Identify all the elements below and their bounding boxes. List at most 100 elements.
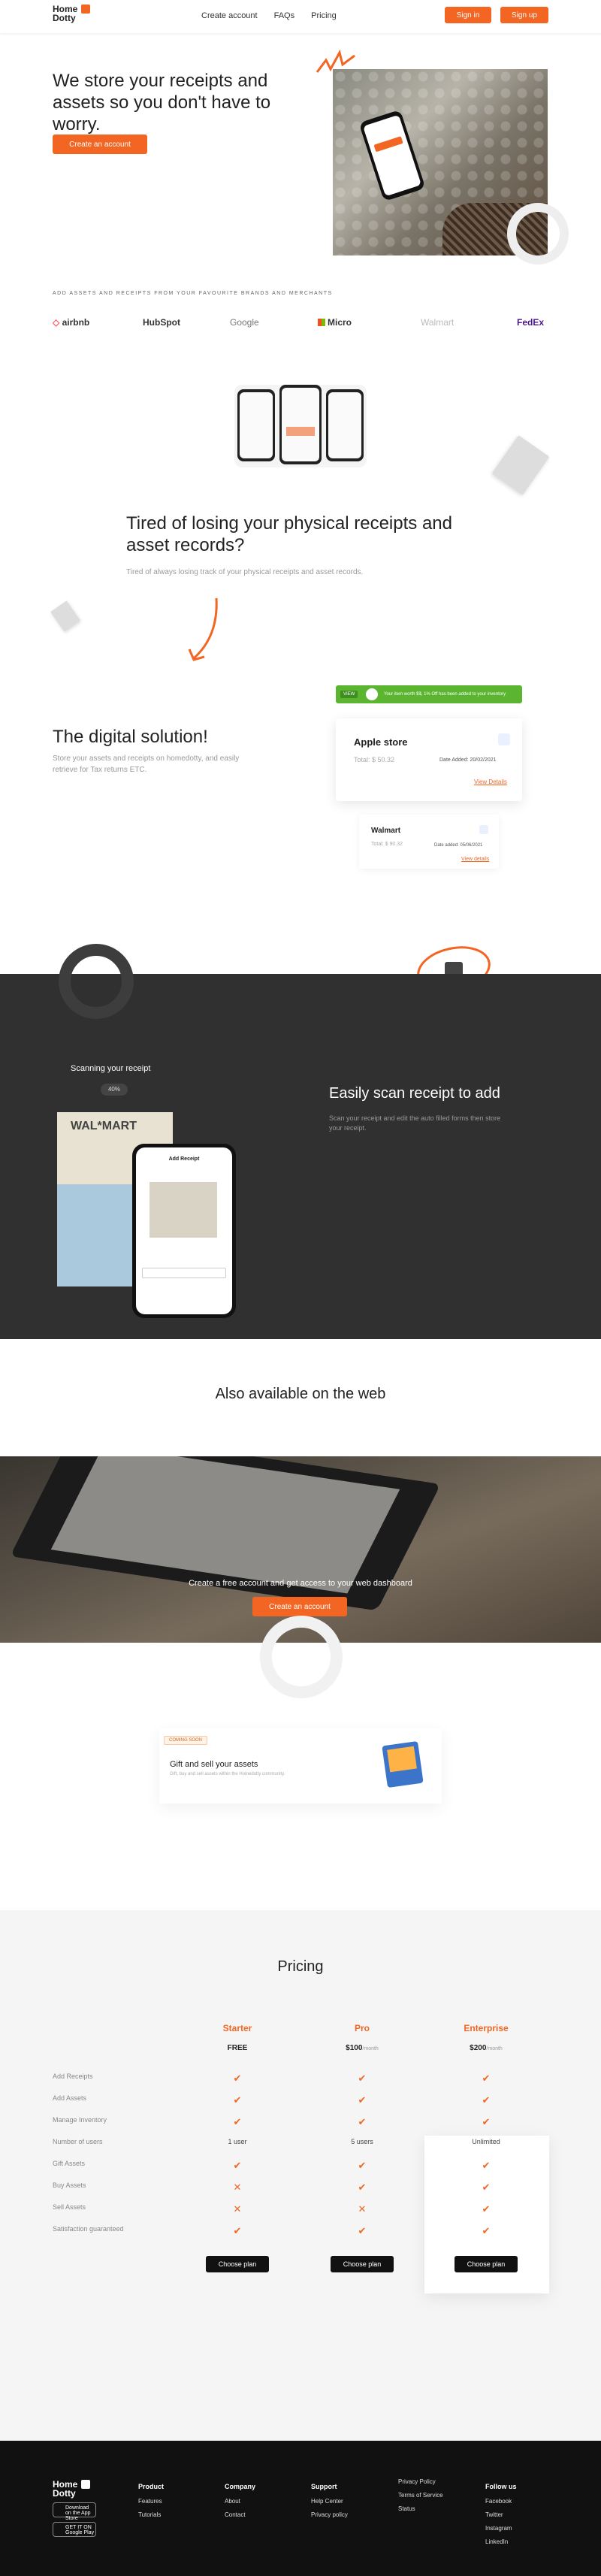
pricing-row: Satisfaction guaranteed ✔ ✔ ✔ (53, 2225, 548, 2247)
brand-fedex: FedEx (517, 317, 545, 328)
plan-enterprise-price: $200/month (448, 2044, 524, 2052)
pricing-row-label: Buy Assets (53, 2181, 86, 2189)
check-icon: ✔ (233, 2225, 242, 2236)
choose-plan-pro-button[interactable]: Choose plan (331, 2256, 394, 2272)
logo-line2: Dotty (53, 2488, 76, 2499)
phone-receipt-preview (149, 1182, 217, 1238)
logo-mark-icon (81, 5, 90, 14)
receipt-card-view-details-link[interactable]: View Details (474, 779, 507, 785)
banner-text: Your item worth $$, 1% Off has been adde… (384, 692, 506, 697)
choose-plan-enterprise-button[interactable]: Choose plan (455, 2256, 518, 2272)
brand-microsoft-label: Micro (328, 317, 352, 328)
receipt-card-apple[interactable]: Apple store Total: $ 50.32 Date Added: 2… (336, 718, 522, 801)
pricing-row: Manage Inventory ✔ ✔ ✔ (53, 2116, 548, 2138)
pricing-cell: 5 users (351, 2138, 373, 2145)
check-icon: ✔ (358, 2181, 367, 2193)
receipt-card-name: Apple store (354, 736, 408, 748)
banner-tag[interactable]: VIEW (340, 691, 358, 698)
footer-link[interactable]: Help Center (311, 2495, 348, 2508)
coming-soon-badge: COMING SOON (164, 1736, 208, 1745)
receipt-card-date: Date Added: 20/02/2021 (439, 757, 497, 763)
footer-link-twitter[interactable]: Twitter (485, 2508, 517, 2522)
receipt-brand: WAL*MART (71, 1120, 137, 1132)
pricing-row: Sell Assets ✕ ✕ ✔ (53, 2203, 548, 2225)
decor-ring-icon (260, 1616, 343, 1698)
footer-col-product: Product Features Tutorials (138, 2480, 164, 2522)
footer-link[interactable]: Contact (225, 2508, 255, 2522)
pricing-cell: 1 user (228, 2138, 247, 2145)
web-create-account-button[interactable]: Create an account (252, 1597, 347, 1616)
decor-ring-icon (59, 944, 134, 1019)
footer-col-title: Support (311, 2483, 337, 2490)
check-icon: ✔ (482, 2073, 491, 2084)
footer-link-linkedin[interactable]: LinkedIn (485, 2535, 517, 2549)
app-store-badge[interactable]: Download on the App Store (53, 2502, 96, 2521)
footer-link[interactable]: Privacy policy (311, 2508, 348, 2522)
check-icon: ✔ (358, 2073, 367, 2084)
solution-title: The digital solution! (53, 727, 208, 747)
price-per: /month (486, 2046, 503, 2051)
check-icon: ✔ (482, 2094, 491, 2106)
coming-sub: Gift, buy and sell assets within the Hom… (170, 1772, 285, 1776)
nav-link-faqs[interactable]: FAQs (274, 11, 295, 20)
receipt-card-icon (498, 733, 510, 745)
check-icon: ✔ (482, 2160, 491, 2171)
pricing-row: Add Assets ✔ ✔ ✔ (53, 2094, 548, 2116)
footer-link-facebook[interactable]: Facebook (485, 2495, 517, 2508)
footer-col-legal: Privacy Policy Terms of Service Status (398, 2475, 443, 2516)
brand-hubspot: HubSpot (143, 317, 180, 328)
scan-title: Easily scan receipt to add (329, 1085, 500, 1102)
cross-icon: ✕ (233, 2181, 242, 2193)
footer-link[interactable]: About (225, 2495, 255, 2508)
brand-airbnb: ◇ airbnb (53, 317, 90, 328)
hero-create-account-button[interactable]: Create an account (53, 135, 147, 154)
pricing-cell: Unlimited (472, 2138, 500, 2145)
pricing-row-label: Sell Assets (53, 2203, 86, 2211)
footer-link[interactable]: Tutorials (138, 2508, 164, 2522)
plan-pro-price: $100/month (325, 2044, 400, 2052)
footer-col-company: Company About Contact (225, 2480, 255, 2522)
brand-walmart: Walmart (421, 317, 455, 328)
receipt-card-view-details-link[interactable]: View details (461, 857, 489, 862)
cross-icon: ✕ (358, 2203, 367, 2215)
scan-label: Scanning your receipt (71, 1064, 151, 1073)
check-icon: ✔ (482, 2225, 491, 2236)
footer-link[interactable]: Status (398, 2502, 443, 2516)
problem-title: Tired of losing your physical receipts a… (126, 513, 452, 555)
cross-icon: ✕ (233, 2203, 242, 2215)
footer-link[interactable]: Privacy Policy (398, 2475, 443, 2489)
footer-link[interactable]: Terms of Service (398, 2489, 443, 2502)
decor-ring-icon (507, 203, 569, 265)
plan-pro-name: Pro (354, 2023, 370, 2033)
logo-line2: Dotty (53, 13, 76, 23)
merchant-field[interactable] (142, 1268, 226, 1278)
nav-link-create-account[interactable]: Create account (201, 11, 258, 20)
solution-desc: Store your assets and receipts on homedo… (53, 754, 240, 774)
receipt-card-date: Date added: 05/06/2021 (434, 843, 483, 848)
signin-button[interactable]: Sign in (445, 7, 491, 23)
small-receipt-icon (50, 600, 80, 632)
footer-link[interactable]: Features (138, 2495, 164, 2508)
choose-plan-starter-button[interactable]: Choose plan (206, 2256, 269, 2272)
footer-col-support: Support Help Center Privacy policy (311, 2480, 348, 2522)
pricing-row-label: Manage Inventory (53, 2116, 107, 2124)
price-per: /month (362, 2046, 379, 2051)
receipt-card-total: Total: $ 90.32 (371, 842, 403, 847)
google-play-badge[interactable]: GET IT ON Google Play (53, 2522, 96, 2537)
nav-link-pricing[interactable]: Pricing (311, 11, 337, 20)
footer-link-instagram[interactable]: Instagram (485, 2522, 517, 2535)
receipt-card-walmart[interactable]: Walmart Total: $ 90.32 Date added: 05/06… (359, 815, 499, 869)
check-icon: ✔ (358, 2160, 367, 2171)
check-icon: ✔ (482, 2116, 491, 2127)
brands-title: ADD ASSETS AND RECEIPTS FROM YOUR FAVOUR… (53, 291, 333, 296)
logo[interactable]: Home Dotty (53, 5, 90, 23)
logo-mark-icon (81, 2480, 90, 2489)
plan-enterprise-name: Enterprise (464, 2023, 509, 2033)
signup-button[interactable]: Sign up (500, 7, 548, 23)
price-amount: $200 (470, 2044, 487, 2052)
web-banner-text: Create a free account and get access to … (189, 1579, 412, 1588)
footer-logo[interactable]: Home Dotty (53, 2480, 90, 2499)
curved-arrow-icon (188, 597, 218, 661)
brand-airbnb-label: airbnb (62, 317, 90, 328)
nav-links: Create account FAQs Pricing (201, 11, 337, 20)
